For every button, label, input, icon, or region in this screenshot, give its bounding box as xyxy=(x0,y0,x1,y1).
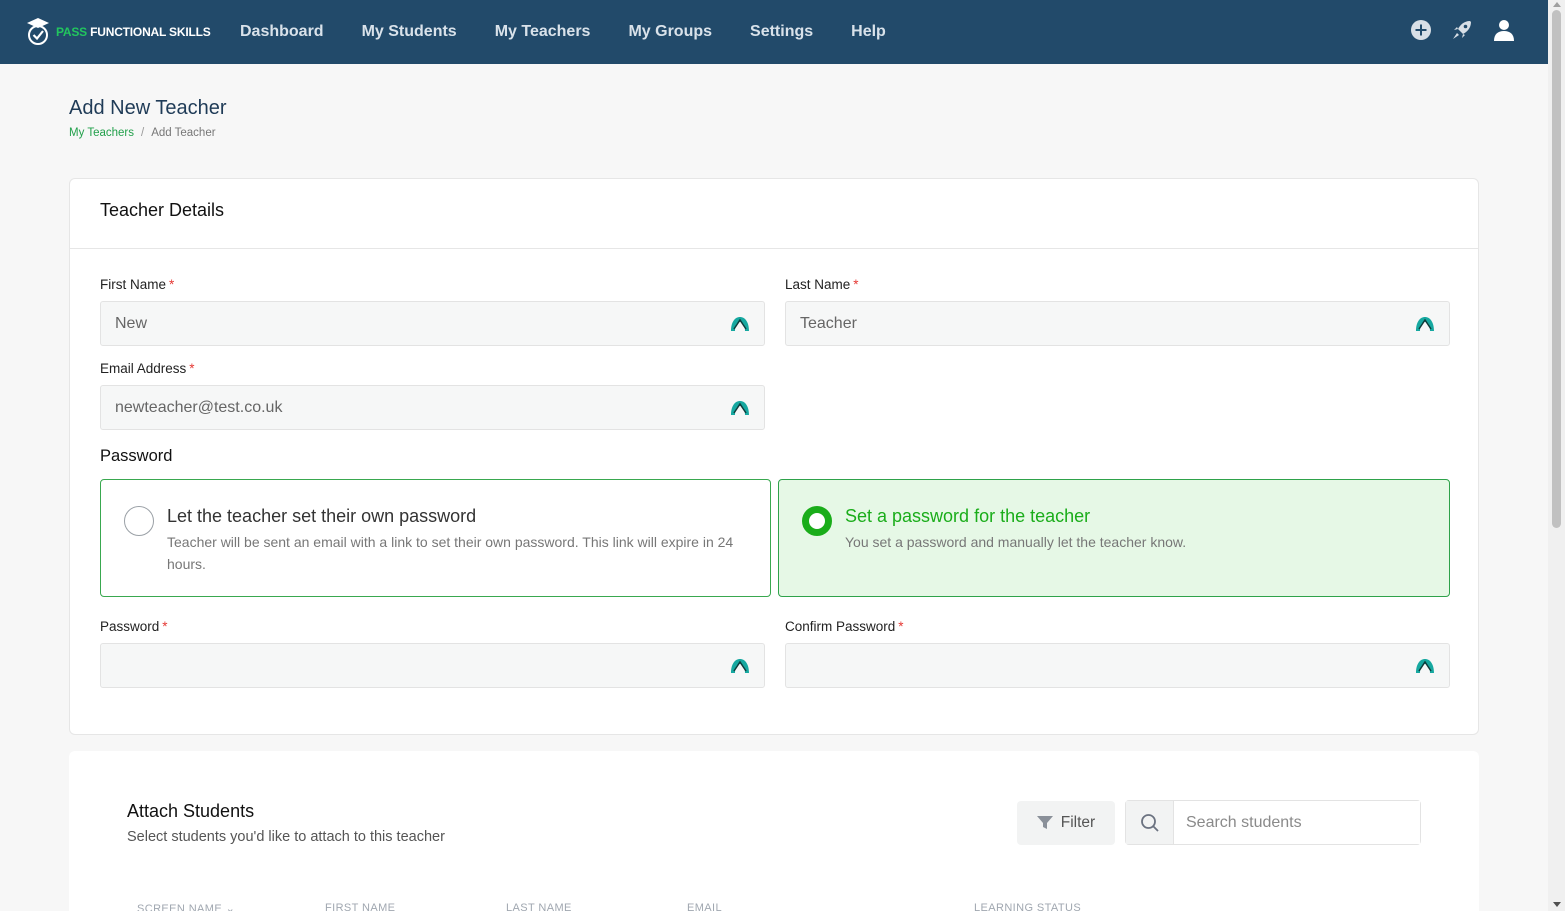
brand-logo[interactable]: PASS FUNCTIONAL SKILLS xyxy=(26,17,240,47)
attach-students-card: Attach Students Select students you'd li… xyxy=(69,751,1479,911)
nav-my-teachers[interactable]: My Teachers xyxy=(495,23,591,41)
breadcrumb: My Teachers / Add Teacher xyxy=(69,127,216,139)
last-name-label: Last Name * xyxy=(785,277,859,292)
search-students-input[interactable] xyxy=(1174,801,1420,844)
nav-settings[interactable]: Settings xyxy=(750,23,813,41)
page-title: Add New Teacher xyxy=(69,97,227,119)
option-set-password[interactable]: Set a password for the teacher You set a… xyxy=(778,479,1450,597)
attach-students-title: Attach Students xyxy=(127,801,255,821)
page-scrollbar[interactable] xyxy=(1548,0,1565,911)
password-manager-icon[interactable] xyxy=(1415,314,1435,334)
card-title: Teacher Details xyxy=(70,179,1478,249)
breadcrumb-current: Add Teacher xyxy=(151,127,216,139)
top-navbar: PASS FUNCTIONAL SKILLS Dashboard My Stud… xyxy=(0,0,1548,64)
column-last-name[interactable]: LAST NAME xyxy=(506,902,572,911)
option-title: Let the teacher set their own password xyxy=(167,506,477,526)
option-teacher-sets-password[interactable]: Let the teacher set their own password T… xyxy=(100,479,771,597)
password-manager-icon[interactable] xyxy=(1415,656,1435,676)
column-screen-name[interactable]: SCREEN NAME ⌄ xyxy=(137,902,235,911)
nav-help[interactable]: Help xyxy=(851,23,886,41)
breadcrumb-separator: / xyxy=(140,127,145,139)
option-description: You set a password and manually let the … xyxy=(845,534,1187,550)
email-value: newteacher@test.co.uk xyxy=(115,398,283,416)
search-icon xyxy=(1126,801,1174,844)
attach-students-subtitle: Select students you'd like to attach to … xyxy=(127,829,445,845)
email-field[interactable]: newteacher@test.co.uk xyxy=(100,385,765,430)
teacher-details-card: Teacher Details First Name * New Last Nam… xyxy=(69,178,1479,735)
column-first-name[interactable]: FIRST NAME xyxy=(325,902,395,911)
graduation-check-icon xyxy=(27,18,49,45)
first-name-field[interactable]: New xyxy=(100,301,765,346)
confirm-password-field[interactable] xyxy=(785,643,1450,688)
brand-name: PASS FUNCTIONAL SKILLS xyxy=(56,25,211,39)
nav-dashboard[interactable]: Dashboard xyxy=(240,23,324,41)
student-search xyxy=(1125,800,1421,845)
first-name-label: First Name * xyxy=(100,277,175,292)
sort-chevron-icon: ⌄ xyxy=(225,903,236,911)
confirm-password-label: Confirm Password * xyxy=(785,619,904,634)
filter-label: Filter xyxy=(1060,814,1096,831)
rocket-icon[interactable] xyxy=(1450,18,1474,42)
breadcrumb-my-teachers[interactable]: My Teachers xyxy=(69,127,134,139)
last-name-field[interactable]: Teacher xyxy=(785,301,1450,346)
first-name-value: New xyxy=(115,314,148,332)
add-icon[interactable] xyxy=(1410,19,1432,41)
scroll-thumb[interactable] xyxy=(1552,10,1561,528)
last-name-value: Teacher xyxy=(800,314,857,332)
nav-icon-group xyxy=(1410,18,1516,42)
option-title: Set a password for the teacher xyxy=(845,506,1091,526)
option-description: Teacher will be sent an email with a lin… xyxy=(167,534,734,572)
main-nav: Dashboard My Students My Teachers My Gro… xyxy=(240,23,924,41)
password-manager-icon[interactable] xyxy=(730,314,750,334)
user-icon[interactable] xyxy=(1492,18,1516,42)
column-learning-status[interactable]: LEARNING STATUS xyxy=(974,902,1081,911)
radio-teacher-sets-password[interactable] xyxy=(124,506,154,536)
scroll-up-arrow[interactable] xyxy=(1553,2,1561,7)
password-field[interactable] xyxy=(100,643,765,688)
filter-icon xyxy=(1036,816,1053,829)
email-label: Email Address * xyxy=(100,361,195,376)
password-manager-icon[interactable] xyxy=(730,656,750,676)
radio-set-password[interactable] xyxy=(802,506,832,536)
password-section-label: Password xyxy=(100,447,173,465)
column-email[interactable]: EMAIL xyxy=(687,902,722,911)
password-label: Password * xyxy=(100,619,168,634)
password-manager-icon[interactable] xyxy=(730,398,750,418)
filter-button[interactable]: Filter xyxy=(1017,801,1115,845)
nav-my-students[interactable]: My Students xyxy=(362,23,457,41)
nav-my-groups[interactable]: My Groups xyxy=(628,23,712,41)
scroll-down-arrow[interactable] xyxy=(1553,902,1561,907)
